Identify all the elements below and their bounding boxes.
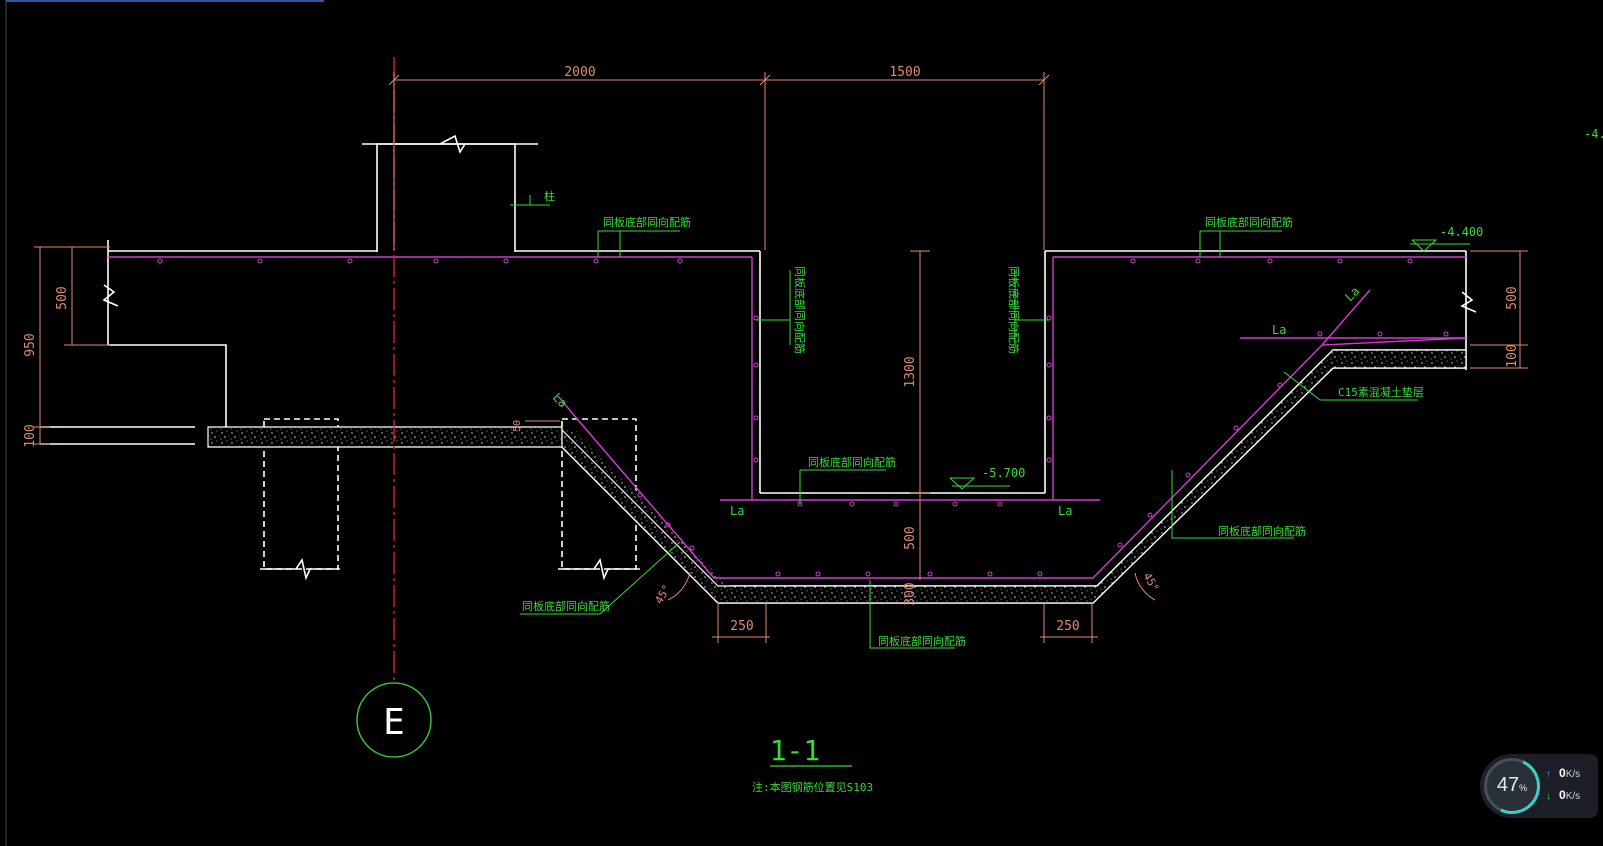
note-left-slope: 同板底部同向配筋 [522,599,610,613]
dim-300-center: 300 [903,582,918,605]
note-top-right: 同板底部同向配筋 [1205,215,1293,229]
dim-1300: 1300 [903,356,918,387]
section-note: 注:本图钢筋位置见S103 [752,780,873,794]
note-bottom: 同板底部同向配筋 [878,634,966,648]
dim-1500: 1500 [889,65,920,80]
dim-100-right: 100 [1505,344,1520,367]
dim-250-left: 250 [730,619,753,634]
tab-indicator [6,0,324,2]
upload-speed: ↑ 0K/s [1546,766,1581,780]
upload-arrow-icon: ↑ [1546,769,1551,780]
annotation-texts: 柱 同板底部同向配筋 同板底部同向配筋 同板底部同向配筋 同板底部同向配筋 同板… [522,127,1603,794]
dim-2000: 2000 [564,65,595,80]
cpu-percent: 47% [1496,774,1528,796]
download-arrow-icon: ↓ [1546,791,1551,802]
dimension-texts: 2000 1500 950 500 100 1300 500 300 500 1… [23,65,1520,634]
system-monitor-widget[interactable]: 47% ↑ 0K/s ↓ 0K/s [1476,750,1598,822]
dim-50: 50 [512,420,523,432]
leader-lines [510,195,1470,649]
elev-edge: -4.4 [1584,127,1603,141]
note-wall-right: 同板底部同向配筋 [1007,266,1021,354]
note-pit-floor: 同板底部同向配筋 [808,455,896,469]
la-label-1: La [730,504,744,518]
la-label-3: La [1272,323,1286,337]
la-label-4: La [1342,284,1362,304]
note-right-slope: 同板底部同向配筋 [1218,524,1306,538]
dim-250-right: 250 [1056,619,1079,634]
note-column: 柱 [544,189,555,203]
dim-950: 950 [23,333,38,356]
dim-500-right: 500 [1505,286,1520,309]
note-top-left: 同板底部同向配筋 [603,215,691,229]
cad-drawing-canvas[interactable]: E 2000 1500 950 500 100 1300 500 300 500… [0,0,1603,846]
dimension-lines [34,72,1528,643]
concrete-bedding [207,349,1467,604]
dim-500-left: 500 [55,286,70,309]
note-c15: C15素混凝土垫层 [1338,385,1424,399]
download-speed: ↓ 0K/s [1546,788,1581,802]
elev-bottom: -5.700 [982,466,1025,480]
angle-left: 45° [652,582,673,606]
elev-top: -4.400 [1440,225,1483,239]
note-wall-left: 同板底部同向配筋 [793,266,807,354]
dim-100-left: 100 [23,424,38,447]
section-title: 1-1 [770,734,821,767]
dim-500-center: 500 [903,526,918,549]
la-label-2: La [1058,504,1072,518]
axis-label-e: E [383,702,405,743]
